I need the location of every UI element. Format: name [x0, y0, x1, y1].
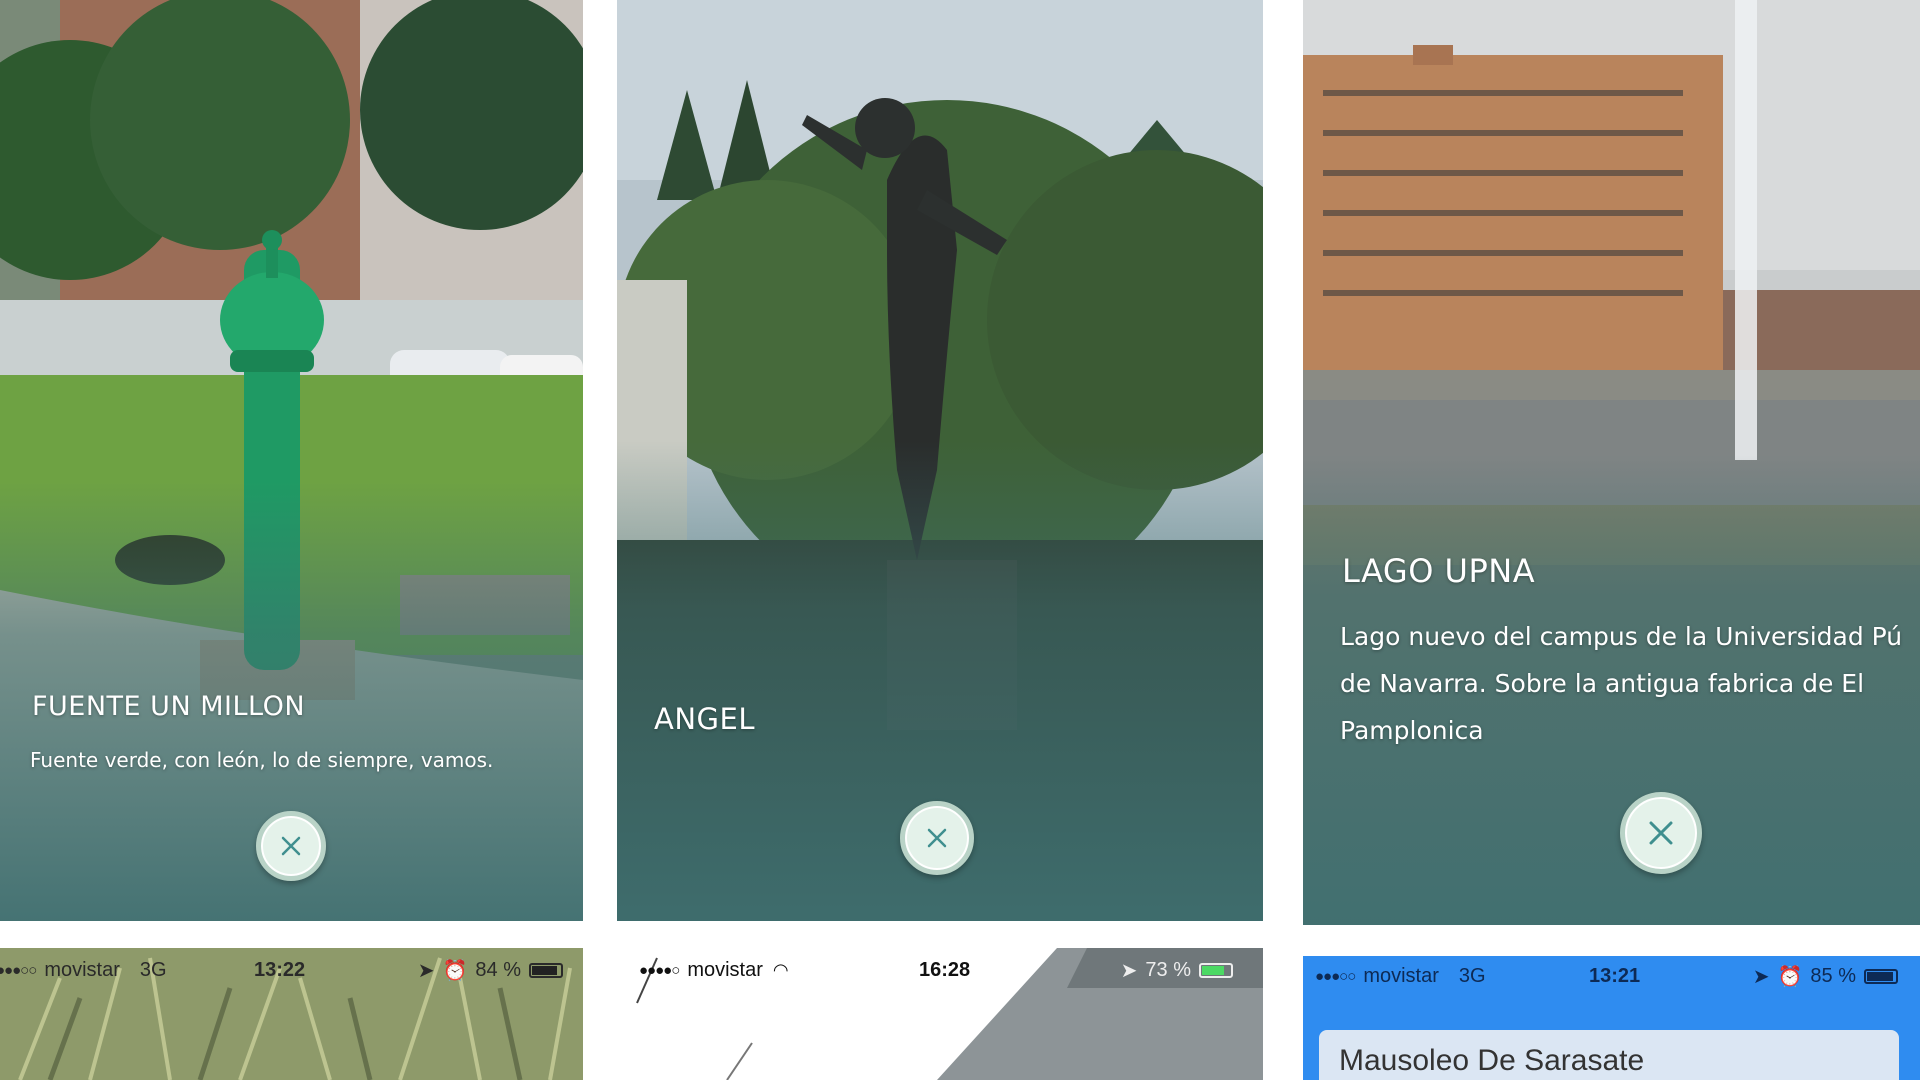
battery-icon [529, 962, 563, 978]
close-button[interactable] [1620, 792, 1702, 874]
signal-strength: ●●●○○ [0, 961, 37, 979]
poi-description-line: Pamplonica [1340, 716, 1484, 745]
wifi-icon: ◠ [772, 959, 789, 980]
location-arrow-icon: ➤ [417, 959, 435, 982]
poi-card-lago: LAGO UPNA Lago nuevo del campus de la Un… [1303, 0, 1920, 925]
location-arrow-icon: ➤ [1120, 959, 1138, 982]
battery-percent: 73 % [1145, 958, 1191, 981]
location-arrow-icon: ➤ [1752, 965, 1770, 988]
carrier-name: movistar [44, 958, 120, 981]
signal-strength: ●●●●○ [639, 961, 680, 979]
alarm-icon: ⏰ [442, 959, 468, 982]
poi-description-line: de Navarra. Sobre la antigua fabrica de … [1340, 669, 1865, 698]
screenshot-thumb-3: ●●●○○ movistar 3G 13:21 ➤ ⏰ 85 % Mausole… [1303, 956, 1920, 1080]
poi-description-line: Lago nuevo del campus de la Universidad … [1340, 622, 1903, 651]
carrier-name: movistar [1363, 964, 1439, 987]
search-input-value: Mausoleo De Sarasate [1339, 1044, 1645, 1077]
close-button[interactable] [900, 801, 974, 875]
screenshot-thumb-2: ●●●●○ movistar ◠ 16:28 ➤ 73 % [617, 948, 1263, 1080]
poi-title: ANGEL [654, 702, 755, 736]
clock-time: 13:22 [254, 958, 306, 981]
screenshot-thumb-1: ●●●○○ movistar 3G 13:22 ➤ ⏰ 84 % [0, 948, 583, 1080]
close-button[interactable] [256, 811, 326, 881]
poi-card-fuente: FUENTE UN MILLON Fuente verde, con león,… [0, 0, 583, 921]
clock-time: 16:28 [919, 958, 971, 981]
carrier-name: movistar [687, 958, 763, 981]
close-icon [1649, 821, 1673, 845]
battery-percent: 84 % [475, 958, 521, 981]
poi-card-angel: ANGEL [617, 0, 1263, 921]
poi-title: FUENTE UN MILLON [32, 691, 306, 722]
status-bar: ●●●○○ movistar 3G 13:21 ➤ ⏰ 85 % [1315, 956, 1920, 996]
status-bar: ●●●●○ movistar ◠ 16:28 ➤ 73 % [639, 948, 1263, 992]
clock-time: 13:21 [1589, 964, 1641, 987]
signal-strength: ●●●○○ [1315, 967, 1356, 985]
battery-icon [1864, 968, 1898, 984]
battery-icon [1199, 962, 1233, 978]
poi-description: Lago nuevo del campus de la Universidad … [1340, 613, 1902, 754]
search-input[interactable]: Mausoleo De Sarasate [1319, 1030, 1899, 1080]
network-type: 3G [139, 958, 167, 981]
status-bar: ●●●○○ movistar 3G 13:22 ➤ ⏰ 84 % [0, 948, 583, 992]
poi-description: Fuente verde, con león, lo de siempre, v… [30, 748, 494, 772]
alarm-icon: ⏰ [1777, 965, 1803, 988]
close-icon [927, 828, 947, 848]
close-icon [281, 836, 301, 856]
network-type: 3G [1458, 964, 1486, 987]
battery-percent: 85 % [1810, 964, 1856, 987]
poi-title: LAGO UPNA [1342, 552, 1536, 590]
